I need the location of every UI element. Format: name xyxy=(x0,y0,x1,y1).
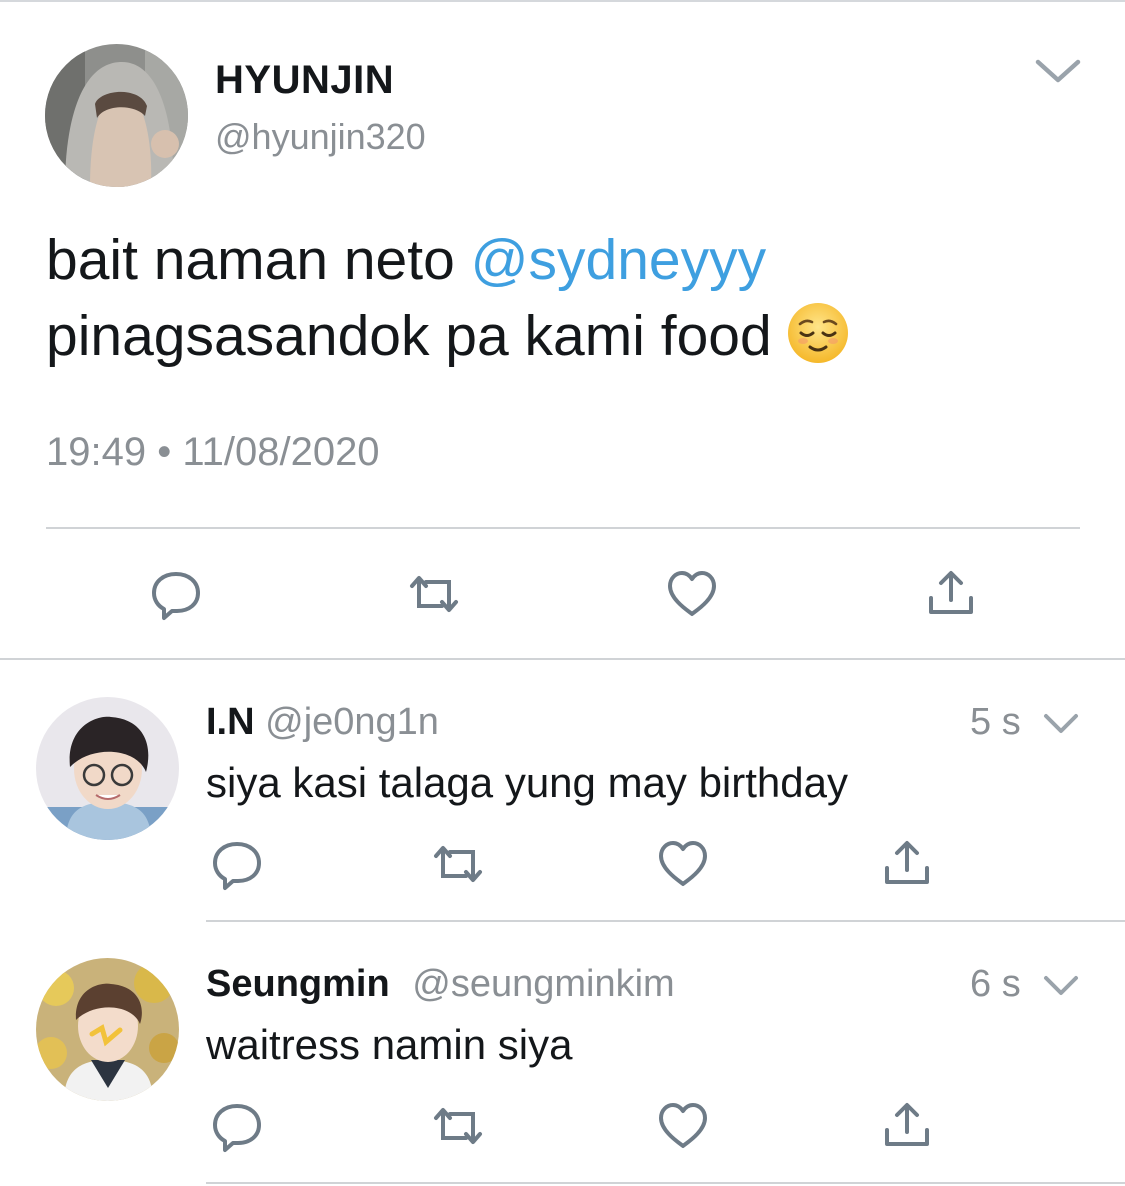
avatar-seungmin[interactable] xyxy=(36,958,179,1101)
author-handle[interactable]: @hyunjin320 xyxy=(215,115,426,159)
reply-author-handle[interactable]: @je0ng1n xyxy=(265,701,439,743)
author-name[interactable]: HYUNJIN xyxy=(215,56,394,104)
tweet-text-part1: bait naman neto xyxy=(46,228,471,292)
like-icon[interactable] xyxy=(657,840,709,888)
reply-icon[interactable] xyxy=(150,570,202,622)
reply-time: 5 s xyxy=(970,701,1021,743)
divider xyxy=(206,920,1125,922)
avatar-hyunjin[interactable] xyxy=(45,44,188,187)
reply-author-name[interactable]: Seungmin xyxy=(206,963,390,1005)
share-icon[interactable] xyxy=(884,1102,930,1148)
reply-text: siya kasi talaga yung may birthday xyxy=(206,759,848,806)
like-icon[interactable] xyxy=(657,1102,709,1150)
chevron-down-icon[interactable] xyxy=(1042,972,1080,1000)
reply-header: I.N @je0ng1n xyxy=(206,699,439,745)
mention-link[interactable]: @sydneyyy xyxy=(471,228,766,292)
avatar-in[interactable] xyxy=(36,697,179,840)
reply-icon[interactable] xyxy=(211,1102,263,1154)
share-icon[interactable] xyxy=(928,570,974,616)
top-divider xyxy=(0,0,1125,2)
share-icon[interactable] xyxy=(884,840,930,886)
reply-author-handle[interactable]: @seungminkim xyxy=(412,963,674,1005)
retweet-icon[interactable] xyxy=(406,572,462,616)
divider xyxy=(46,527,1080,529)
retweet-icon[interactable] xyxy=(430,1104,486,1148)
divider xyxy=(206,1182,1125,1184)
reply-time: 6 s xyxy=(970,963,1021,1005)
tweet-text: bait naman neto @sydneyyy pinagsasandok … xyxy=(46,222,1086,374)
relieved-face-emoji xyxy=(786,301,850,365)
reply-text: waitress namin siya xyxy=(206,1021,573,1068)
like-icon[interactable] xyxy=(666,570,718,618)
reply-header: Seungmin @seungminkim xyxy=(206,961,675,1007)
tweet-timestamp: 19:49 • 11/08/2020 xyxy=(46,430,380,474)
tweet-text-part2: pinagsasandok pa kami food xyxy=(46,304,772,368)
retweet-icon[interactable] xyxy=(430,842,486,886)
chevron-down-icon[interactable] xyxy=(1042,710,1080,738)
chevron-down-icon[interactable] xyxy=(1032,50,1084,90)
reply-author-name[interactable]: I.N xyxy=(206,701,255,743)
reply-icon[interactable] xyxy=(211,840,263,892)
divider xyxy=(0,658,1125,660)
